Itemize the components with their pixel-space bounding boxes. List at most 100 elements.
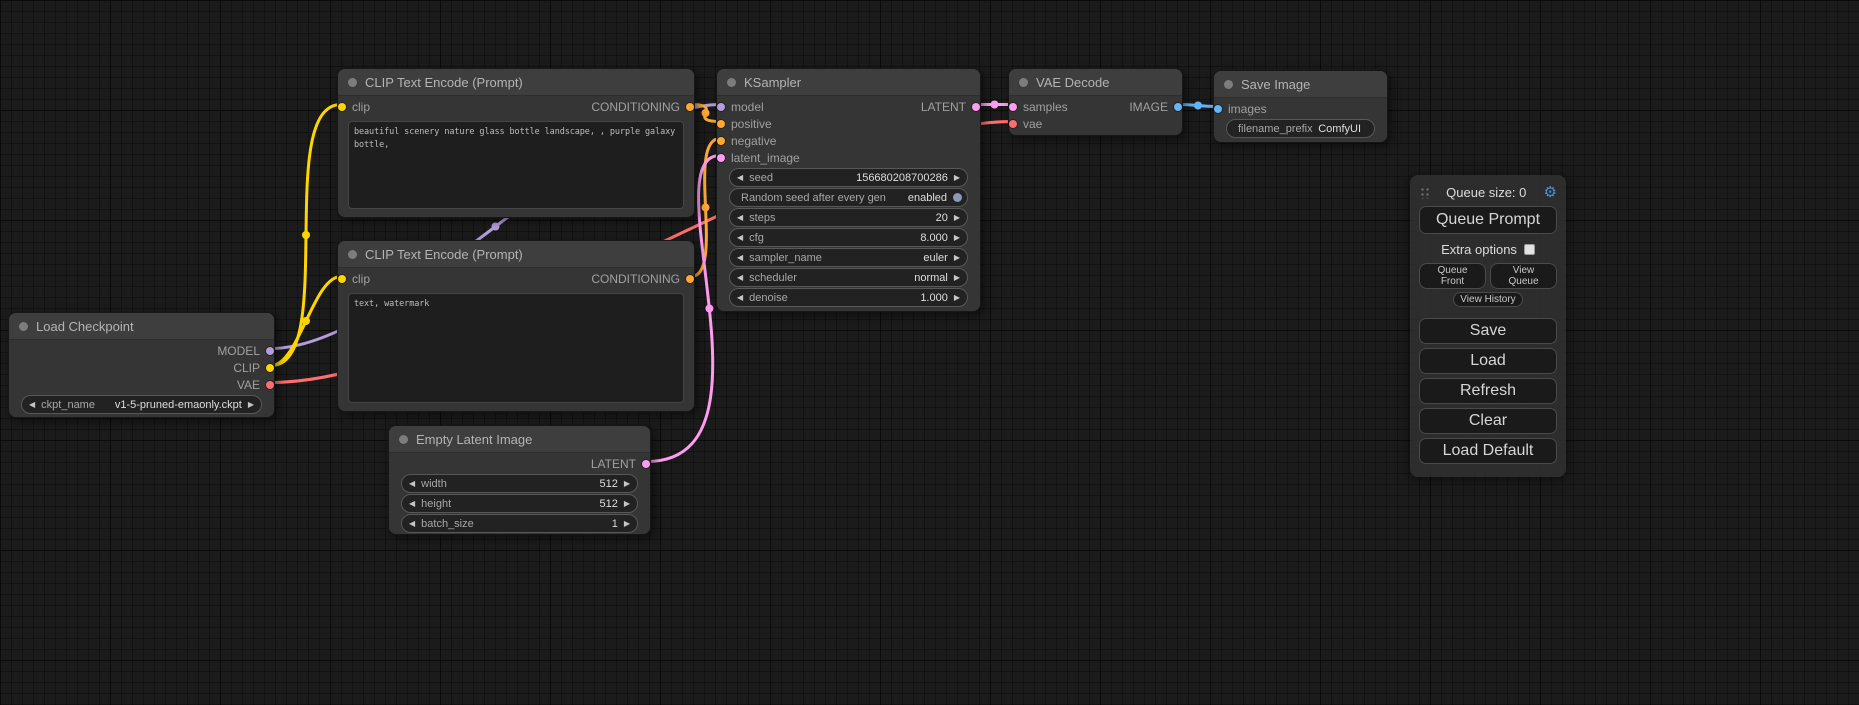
increment-arrow-icon[interactable]: ▶ — [624, 520, 630, 528]
node-titlebar[interactable]: CLIP Text Encode (Prompt) — [338, 69, 694, 96]
collapse-dot-icon[interactable] — [348, 250, 357, 259]
widget-steps[interactable]: ◀ steps 20 ▶ — [729, 208, 968, 227]
collapse-dot-icon[interactable] — [727, 78, 736, 87]
widget-width[interactable]: ◀ width 512 ▶ — [401, 474, 638, 493]
input-slot-images[interactable] — [1214, 105, 1222, 113]
toggle-dot-icon[interactable] — [953, 193, 962, 202]
input-slot-negative[interactable] — [717, 137, 725, 145]
increment-arrow-icon[interactable]: ▶ — [248, 401, 254, 409]
increment-arrow-icon[interactable]: ▶ — [954, 254, 960, 262]
node-clip-text-encode-positive[interactable]: CLIP Text Encode (Prompt) clip CONDITION… — [337, 68, 695, 218]
node-load-checkpoint[interactable]: Load Checkpoint MODEL CLIP VAE ◀ ckpt_na… — [8, 312, 275, 418]
collapse-dot-icon[interactable] — [348, 78, 357, 87]
input-label-clip: clip — [352, 272, 370, 286]
output-slot-latent[interactable] — [972, 103, 980, 111]
widget-height[interactable]: ◀ height 512 ▶ — [401, 494, 638, 513]
settings-gear-icon[interactable]: ⚙ — [1544, 185, 1557, 200]
widget-ckpt-name[interactable]: ◀ ckpt_name v1-5-pruned-emaonly.ckpt ▶ — [21, 395, 262, 414]
output-slot-conditioning[interactable] — [686, 103, 694, 111]
prompt-textarea[interactable]: text, watermark — [348, 293, 684, 403]
input-slot-model[interactable] — [717, 103, 725, 111]
decrement-arrow-icon[interactable]: ◀ — [737, 274, 743, 282]
widget-cfg[interactable]: ◀ cfg 8.000 ▶ — [729, 228, 968, 247]
node-clip-text-encode-negative[interactable]: CLIP Text Encode (Prompt) clip CONDITION… — [337, 240, 695, 412]
input-slot-samples[interactable] — [1009, 103, 1017, 111]
link-midpoint-dot — [1194, 102, 1202, 110]
link-midpoint-dot — [705, 305, 713, 313]
prompt-textarea[interactable]: beautiful scenery nature glass bottle la… — [348, 121, 684, 209]
drag-handle-icon[interactable] — [1419, 186, 1429, 199]
widget-scheduler[interactable]: ◀ scheduler normal ▶ — [729, 268, 968, 287]
output-row-vae: VAE — [9, 376, 274, 393]
extra-options-checkbox[interactable] — [1524, 244, 1535, 255]
widget-batch-size[interactable]: ◀ batch_size 1 ▶ — [401, 514, 638, 533]
increment-arrow-icon[interactable]: ▶ — [954, 234, 960, 242]
increment-arrow-icon[interactable]: ▶ — [624, 500, 630, 508]
increment-arrow-icon[interactable]: ▶ — [954, 274, 960, 282]
decrement-arrow-icon[interactable]: ◀ — [737, 214, 743, 222]
output-slot-model[interactable] — [266, 347, 274, 355]
node-ksampler[interactable]: KSampler model positive negative latent_… — [716, 68, 981, 312]
node-title: Empty Latent Image — [416, 432, 532, 447]
output-slot-conditioning[interactable] — [686, 275, 694, 283]
node-titlebar[interactable]: Save Image — [1214, 71, 1387, 98]
node-empty-latent-image[interactable]: Empty Latent Image LATENT ◀ width 512 ▶ … — [388, 425, 651, 535]
input-slot-clip[interactable] — [338, 103, 346, 111]
node-save-image[interactable]: Save Image images filename_prefix ComfyU… — [1213, 70, 1388, 143]
widget-random-seed-toggle[interactable]: Random seed after every gen enabled — [729, 188, 968, 207]
link-midpoint-dot — [702, 109, 710, 117]
node-title: CLIP Text Encode (Prompt) — [365, 247, 523, 262]
node-titlebar[interactable]: VAE Decode — [1009, 69, 1182, 96]
decrement-arrow-icon[interactable]: ◀ — [737, 174, 743, 182]
input-slot-latent-image[interactable] — [717, 154, 725, 162]
widget-filename-prefix[interactable]: filename_prefix ComfyUI — [1226, 119, 1375, 138]
input-slot-positive[interactable] — [717, 120, 725, 128]
view-history-button[interactable]: View History — [1453, 292, 1522, 307]
increment-arrow-icon[interactable]: ▶ — [624, 480, 630, 488]
node-titlebar[interactable]: Load Checkpoint — [9, 313, 274, 340]
load-default-button[interactable]: Load Default — [1419, 438, 1557, 464]
queue-front-button[interactable]: Queue Front — [1419, 263, 1486, 289]
increment-arrow-icon[interactable]: ▶ — [954, 294, 960, 302]
collapse-dot-icon[interactable] — [1224, 80, 1233, 89]
decrement-arrow-icon[interactable]: ◀ — [737, 254, 743, 262]
save-button[interactable]: Save — [1419, 318, 1557, 344]
comfy-menu-panel[interactable]: Queue size: 0 ⚙ Queue Prompt Extra optio… — [1410, 175, 1566, 477]
output-slot-latent[interactable] — [642, 460, 650, 468]
node-titlebar[interactable]: CLIP Text Encode (Prompt) — [338, 241, 694, 268]
clear-button[interactable]: Clear — [1419, 408, 1557, 434]
increment-arrow-icon[interactable]: ▶ — [954, 214, 960, 222]
collapse-dot-icon[interactable] — [1019, 78, 1028, 87]
node-vae-decode[interactable]: VAE Decode samples vae IMAGE — [1008, 68, 1183, 136]
input-label-samples: samples — [1023, 100, 1068, 114]
widget-denoise[interactable]: ◀ denoise 1.000 ▶ — [729, 288, 968, 307]
input-slot-clip[interactable] — [338, 275, 346, 283]
output-slot-image[interactable] — [1174, 103, 1182, 111]
decrement-arrow-icon[interactable]: ◀ — [409, 520, 415, 528]
input-row-latent-image: latent_image — [717, 149, 980, 166]
output-slot-vae[interactable] — [266, 381, 274, 389]
node-title: Save Image — [1241, 77, 1310, 92]
decrement-arrow-icon[interactable]: ◀ — [737, 294, 743, 302]
decrement-arrow-icon[interactable]: ◀ — [737, 234, 743, 242]
decrement-arrow-icon[interactable]: ◀ — [29, 401, 35, 409]
decrement-arrow-icon[interactable]: ◀ — [409, 480, 415, 488]
node-titlebar[interactable]: Empty Latent Image — [389, 426, 650, 453]
load-button[interactable]: Load — [1419, 348, 1557, 374]
output-slot-clip[interactable] — [266, 364, 274, 372]
widget-sampler-name[interactable]: ◀ sampler_name euler ▶ — [729, 248, 968, 267]
widget-seed[interactable]: ◀ seed 156680208700286 ▶ — [729, 168, 968, 187]
collapse-dot-icon[interactable] — [399, 435, 408, 444]
input-slot-vae[interactable] — [1009, 120, 1017, 128]
increment-arrow-icon[interactable]: ▶ — [954, 174, 960, 182]
graph-canvas[interactable]: Load Checkpoint MODEL CLIP VAE ◀ ckpt_na… — [0, 0, 1859, 705]
output-row-latent: LATENT — [849, 98, 981, 115]
queue-prompt-button[interactable]: Queue Prompt — [1419, 206, 1557, 234]
collapse-dot-icon[interactable] — [19, 322, 28, 331]
link-clip-to-negative-prompt — [271, 277, 341, 366]
node-titlebar[interactable]: KSampler — [717, 69, 980, 96]
view-queue-button[interactable]: View Queue — [1490, 263, 1557, 289]
widget-name: seed — [749, 172, 773, 184]
decrement-arrow-icon[interactable]: ◀ — [409, 500, 415, 508]
refresh-button[interactable]: Refresh — [1419, 378, 1557, 404]
